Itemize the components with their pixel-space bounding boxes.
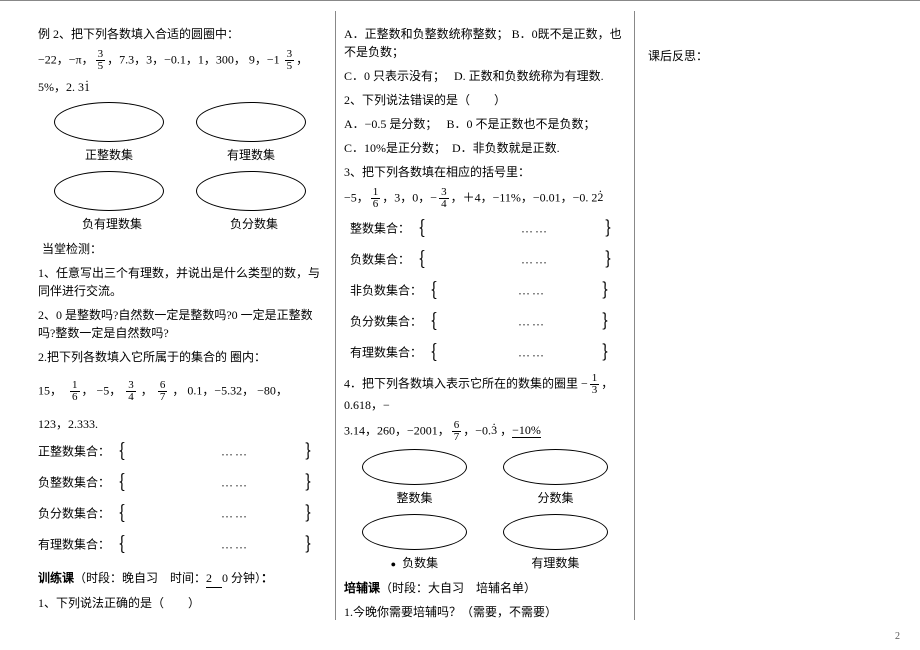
label-neg-frac: 负分数集 bbox=[230, 215, 278, 232]
label-pos-int: 正整数集 bbox=[85, 146, 133, 163]
q1: 1、任意写出三个有理数，并说出是什么类型的数，与同伴进行交流。 bbox=[38, 264, 322, 300]
dangtang-heading: 当堂检测： bbox=[38, 240, 322, 258]
q2: 2、下列说法错误的是（ ） bbox=[344, 91, 626, 109]
q3-numbers: −5，16，3，0，−34，＋4，−11%，−0.01，−0. 22 bbox=[344, 187, 626, 210]
example2-numbers-2: 5%，2. 31 bbox=[38, 78, 322, 96]
label-rational: 有理数集 bbox=[227, 146, 275, 163]
set-pos-int: 正整数集合：｛……｝ bbox=[38, 439, 322, 466]
q4-numbers: 3.14，260，−2001，67，−0.3 ，−10% bbox=[344, 420, 626, 443]
set-rat: 有理数集合：｛……｝ bbox=[344, 340, 626, 367]
set-rational: 有理数集合：｛……｝ bbox=[38, 532, 322, 559]
q2-line-ab: A．−0.5 是分数； B．0 不是正数也不是负数； bbox=[344, 115, 626, 133]
opt-line-cd: C．0 只表示没有； D. 正数和负数统称为有理数. bbox=[344, 67, 626, 85]
opt-line-ab: A．正整数和负整数统称整数； B．0既不是正数，也不是负数； bbox=[344, 25, 626, 61]
q2b-numbers: 15， 16， −5， 34 ， 67 ， 0.1，−5.32， −80， bbox=[38, 380, 322, 403]
oval-frac bbox=[503, 449, 608, 485]
label-rat: 有理数集 bbox=[531, 554, 579, 571]
reflect-heading: 课后反思： bbox=[648, 47, 882, 65]
set-int: 整数集合：｛……｝ bbox=[344, 216, 626, 243]
q2b: 2.把下列各数填入它所属于的集合的 圈内： bbox=[38, 348, 322, 366]
label-neg-rational: 负有理数集 bbox=[82, 215, 142, 232]
q4: 4．把下列各数填入表示它所在的数集的圈里 −13，0.618，− bbox=[344, 373, 626, 414]
oval-row-2 bbox=[38, 171, 322, 211]
xunlian-title: 训练课（时段：晚自习 时间：20 分钟）： bbox=[38, 569, 322, 588]
xq1: 1、下列说法正确的是（ ） bbox=[38, 594, 322, 612]
example2-numbers: −22，−π，35，7.3，3，−0.1，1，300， 9，−1 35， bbox=[38, 49, 322, 72]
page-number: 2 bbox=[895, 631, 900, 642]
column-middle: A．正整数和负整数统称整数； B．0既不是正数，也不是负数； C．0 只表示没有… bbox=[335, 11, 635, 620]
oval-row-1 bbox=[38, 102, 322, 142]
set-neg: 负数集合：｛……｝ bbox=[344, 247, 626, 274]
q3: 3、把下列各数填在相应的括号里： bbox=[344, 163, 626, 181]
oval-row-4 bbox=[344, 514, 626, 550]
oval-int bbox=[362, 449, 467, 485]
set-neg-int: 负整数集合：｛……｝ bbox=[38, 470, 322, 497]
label-frac: 分数集 bbox=[537, 489, 573, 506]
peifu-q1: 1.今晚你需要培辅吗？（需要，不需要） bbox=[344, 603, 626, 620]
q2b-numbers-2: 123，2.333. bbox=[38, 415, 322, 433]
label-int: 整数集 bbox=[396, 489, 432, 506]
label-neg: ● 负数集 bbox=[391, 554, 438, 571]
oval-rat bbox=[503, 514, 608, 550]
column-left: 例 2、把下列各数填入合适的圆圈中： −22，−π，35，7.3，3，−0.1，… bbox=[30, 11, 330, 620]
q2-line-cd: C．10%是正分数； D．非负数就是正数. bbox=[344, 139, 626, 157]
example2-title: 例 2、把下列各数填入合适的圆圈中： bbox=[38, 25, 322, 43]
column-right: 课后反思： bbox=[640, 11, 890, 620]
q2a: 2、0 是整数吗?自然数一定是整数吗?0 一定是正整数吗?整数一定是自然数吗? bbox=[38, 306, 322, 342]
oval-neg-frac bbox=[196, 171, 306, 211]
set-nonneg: 非负数集合：｛……｝ bbox=[344, 278, 626, 305]
oval-neg bbox=[362, 514, 467, 550]
set-negfrac: 负分数集合：｛……｝ bbox=[344, 309, 626, 336]
oval-row-3 bbox=[344, 449, 626, 485]
set-neg-frac: 负分数集合：｛……｝ bbox=[38, 501, 322, 528]
oval-pos-int bbox=[54, 102, 164, 142]
oval-neg-rational bbox=[54, 171, 164, 211]
oval-rational bbox=[196, 102, 306, 142]
peifu-title: 培辅课（时段：大自习 培辅名单） bbox=[344, 579, 626, 597]
